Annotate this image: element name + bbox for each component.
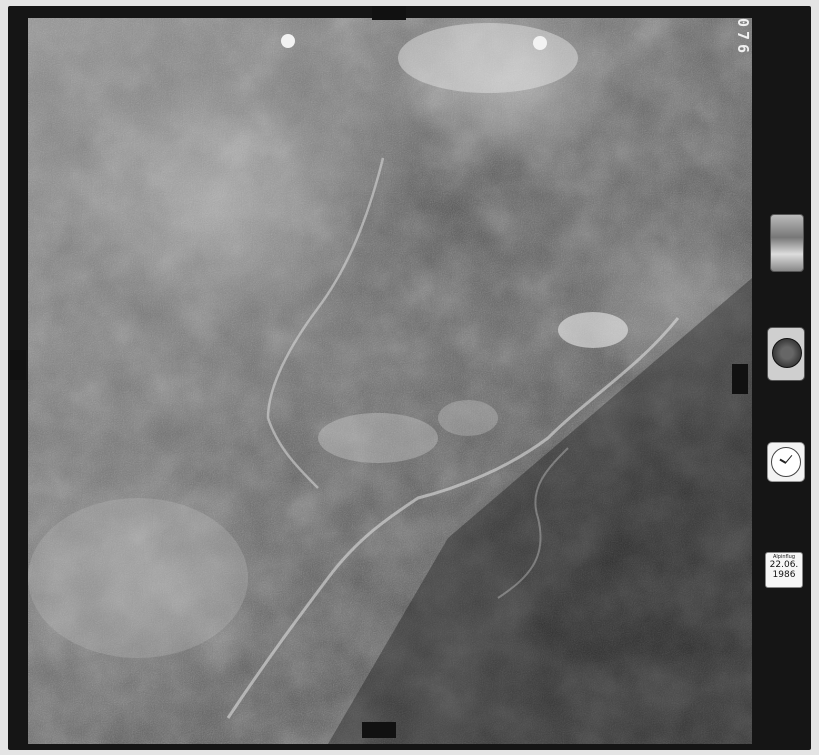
- rocky-terrain: [28, 498, 248, 658]
- fiducial-mark: [533, 36, 547, 50]
- date-card-year: 1986: [772, 570, 796, 580]
- date-card: Alpinflug 22.06. 1986: [765, 552, 803, 588]
- film-scan: [8, 6, 811, 750]
- left-edge-notch: [10, 350, 26, 380]
- right-edge-notch: [732, 364, 748, 394]
- meadow-patch: [438, 400, 498, 436]
- meadow-patch: [318, 413, 438, 463]
- date-card-date: 22.06.: [769, 560, 799, 570]
- frame-number: 076: [734, 18, 752, 58]
- aerial-photograph: [28, 18, 752, 744]
- bottom-edge-notch: [362, 722, 396, 738]
- level-bubble-icon: [770, 214, 804, 272]
- altimeter-icon: [767, 327, 805, 381]
- top-edge-notch: [372, 6, 406, 20]
- fiducial-mark: [281, 34, 295, 48]
- meadow-clearing: [558, 312, 628, 348]
- clock-icon: [767, 442, 805, 482]
- terrain-texture: [28, 18, 752, 744]
- scree-slope: [398, 23, 578, 93]
